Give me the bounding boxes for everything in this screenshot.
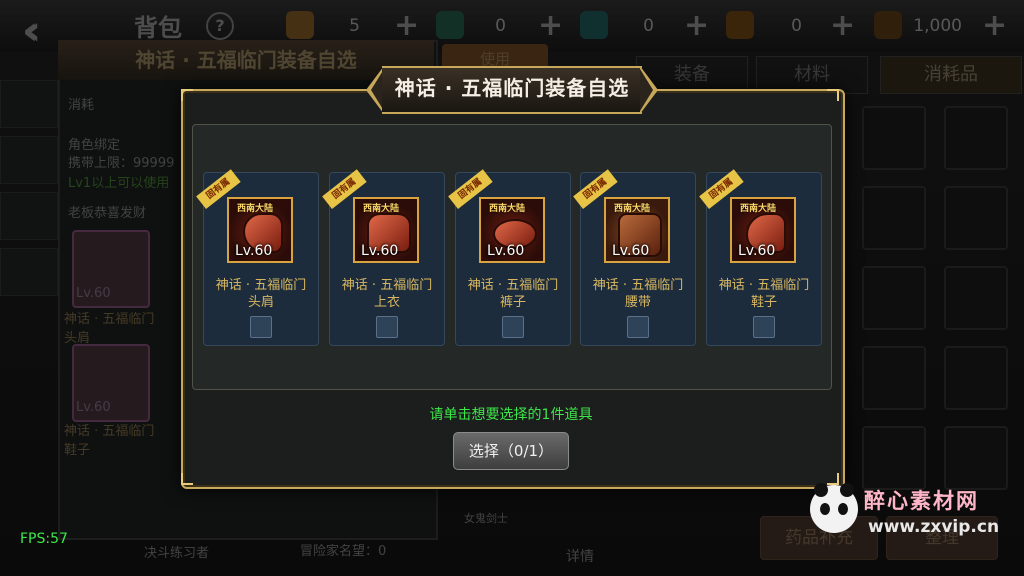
selection-hint: 请单击想要选择的1件道具 [429, 407, 593, 423]
corner-ornament [181, 473, 193, 485]
panda-logo-icon [810, 483, 858, 533]
item-level: Lv.60 [235, 243, 273, 259]
item-name: 神话 · 五福临门 鞋子 [718, 278, 810, 310]
item-stamp: 西南大陆 [740, 204, 777, 214]
item-checkbox[interactable] [753, 316, 775, 338]
item-checkbox[interactable] [627, 316, 649, 338]
item-card-top[interactable]: 西南大陆 Lv.60 固有属 神话 · 五福临门 上衣 [322, 169, 445, 346]
item-name: 神话 · 五福临门 头肩 [215, 278, 307, 310]
item-checkbox[interactable] [250, 316, 272, 338]
shoes-armor-icon: 西南大陆 Lv.60 [730, 197, 796, 263]
item-card-pants[interactable]: 西南大陆 Lv.60 固有属 神话 · 五福临门 裤子 [448, 169, 571, 346]
top-armor-icon: 西南大陆 Lv.60 [353, 197, 419, 263]
belt-armor-icon: 西南大陆 Lv.60 [604, 197, 670, 263]
item-level: Lv.60 [361, 243, 399, 259]
dialog-title-banner: 神话 · 五福临门装备自选 [366, 66, 658, 114]
watermark-text: 醉心素材网 [864, 489, 979, 513]
dialog-title: 神话 · 五福临门装备自选 [394, 76, 630, 100]
watermark-url: www.zxvip.cn [868, 517, 1000, 537]
item-stamp: 西南大陆 [614, 204, 651, 214]
item-name: 神话 · 五福临门 上衣 [341, 278, 433, 310]
item-card-belt[interactable]: 西南大陆 Lv.60 固有属 神话 · 五福临门 腰带 [573, 169, 696, 346]
item-level: Lv.60 [738, 243, 776, 259]
item-stamp: 西南大陆 [237, 204, 274, 214]
head-shoulder-armor-icon: 西南大陆 Lv.60 [227, 197, 293, 263]
item-checkbox[interactable] [502, 316, 524, 338]
corner-ornament [181, 89, 193, 101]
select-confirm-button[interactable]: 选择（0/1） [453, 432, 569, 470]
corner-ornament [827, 473, 839, 485]
corner-ornament [827, 89, 839, 101]
pants-armor-icon: 西南大陆 Lv.60 [479, 197, 545, 263]
item-stamp: 西南大陆 [489, 204, 526, 214]
item-stamp: 西南大陆 [363, 204, 400, 214]
item-level: Lv.60 [487, 243, 525, 259]
item-card-shoes[interactable]: 西南大陆 Lv.60 固有属 神话 · 五福临门 鞋子 [699, 169, 822, 346]
item-name: 神话 · 五福临门 裤子 [467, 278, 559, 310]
item-level: Lv.60 [612, 243, 650, 259]
item-checkbox[interactable] [376, 316, 398, 338]
fps-counter: FPS:57 [20, 531, 68, 547]
watermark: 醉心素材网 www.zxvip.cn [810, 483, 1010, 545]
item-card-head-shoulder[interactable]: 西南大陆 Lv.60 固有属 神话 · 五福临门 头肩 [196, 169, 319, 346]
item-name: 神话 · 五福临门 腰带 [592, 278, 684, 310]
